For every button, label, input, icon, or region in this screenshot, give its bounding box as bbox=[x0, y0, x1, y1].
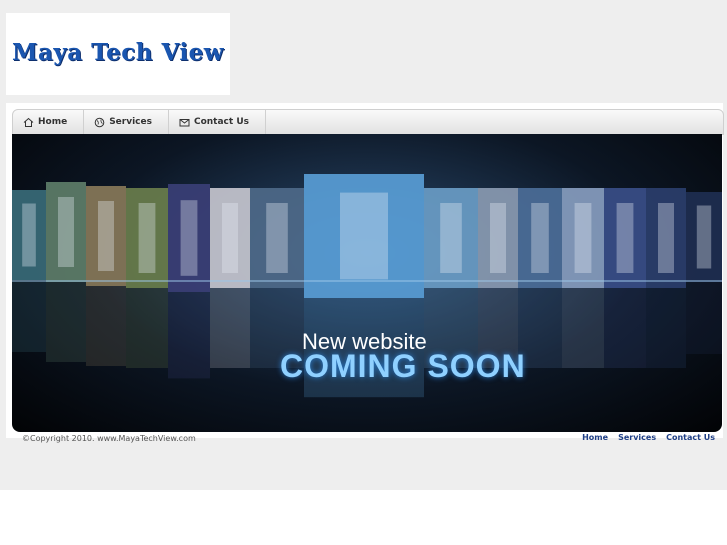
footer-copyright: ©Copyright 2010. www.MayaTechView.com bbox=[22, 434, 196, 443]
building-tower bbox=[58, 197, 74, 267]
water-line bbox=[12, 280, 722, 282]
building-reflection bbox=[86, 286, 126, 366]
nav-item-home[interactable]: Home bbox=[13, 110, 85, 134]
building-tower bbox=[22, 203, 36, 267]
nav-item-services[interactable]: Services bbox=[84, 110, 169, 134]
nav-item-label: Contact Us bbox=[193, 117, 249, 127]
building-tower bbox=[266, 203, 288, 273]
building-tower bbox=[696, 205, 712, 269]
footer-links: Home Services Contact Us bbox=[582, 433, 715, 442]
building-tower bbox=[616, 203, 634, 273]
building-tower bbox=[180, 200, 198, 276]
building-reflection bbox=[210, 288, 250, 368]
city-skyline-art bbox=[12, 174, 722, 398]
building-tower bbox=[222, 203, 238, 273]
banner-coming-soon: COMING SOON bbox=[280, 348, 526, 384]
building-reflection bbox=[126, 288, 168, 368]
building-reflection bbox=[46, 282, 86, 362]
building-tower bbox=[440, 203, 462, 273]
footer-link-home[interactable]: Home bbox=[582, 433, 608, 442]
main-nav: Home Services Contact Us bbox=[12, 109, 724, 135]
building-tower bbox=[490, 203, 506, 273]
home-icon bbox=[23, 117, 34, 128]
nav-item-label: Home bbox=[38, 117, 68, 127]
building-reflection bbox=[562, 288, 604, 368]
building-tower bbox=[98, 201, 114, 271]
footer-link-services[interactable]: Services bbox=[618, 433, 656, 442]
building-reflection bbox=[12, 280, 46, 352]
logo[interactable]: Maya Tech View bbox=[6, 13, 230, 95]
building-tower bbox=[531, 203, 549, 273]
building-reflection bbox=[686, 282, 722, 354]
hero-banner: New website COMING SOON bbox=[12, 134, 722, 432]
footer-link-contact[interactable]: Contact Us bbox=[666, 433, 715, 442]
building-reflection bbox=[646, 288, 686, 368]
building-tower bbox=[574, 203, 592, 273]
nav-item-label: Services bbox=[109, 117, 152, 127]
nav-item-contact[interactable]: Contact Us bbox=[169, 110, 266, 134]
building-tower bbox=[340, 192, 388, 280]
building-tower bbox=[138, 203, 156, 273]
building-reflection bbox=[604, 288, 646, 368]
globe-icon bbox=[94, 117, 105, 128]
logo-text: Maya Tech View bbox=[12, 39, 225, 66]
mail-icon bbox=[179, 117, 190, 128]
building-tower bbox=[658, 203, 674, 273]
building-reflection bbox=[168, 292, 210, 379]
